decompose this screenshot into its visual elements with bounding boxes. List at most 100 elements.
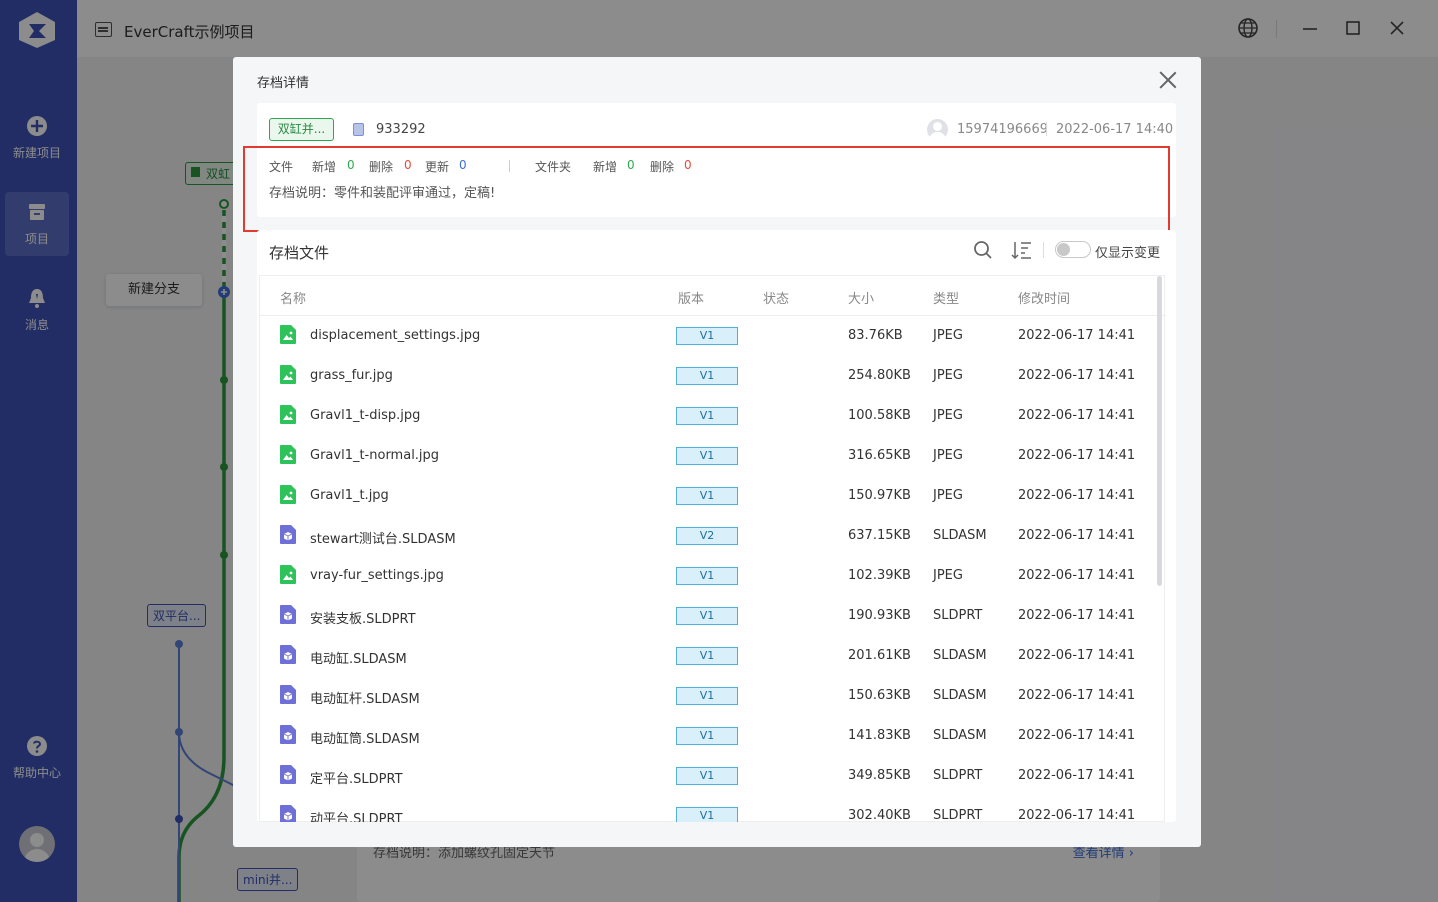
user-avatar-small — [927, 119, 948, 140]
file-name[interactable]: 电动缸筒.SLDASM — [310, 728, 420, 747]
file-name[interactable]: 电动缸.SLDASM — [310, 648, 407, 667]
file-type: SLDPRT — [933, 808, 983, 822]
modal-overlay-top — [77, 0, 1438, 57]
commit-id: 933292 — [376, 122, 426, 137]
file-size: 637.15KB — [848, 528, 911, 543]
file-size: 349.85KB — [848, 768, 911, 783]
version-badge: V1 — [676, 367, 738, 385]
file-type: SLDPRT — [933, 608, 983, 623]
file-type: JPEG — [933, 448, 963, 463]
column-header-type[interactable]: 类型 — [933, 288, 959, 307]
file-modified: 2022-06-17 14:41 — [1018, 728, 1136, 743]
table-row[interactable]: 安装支板.SLDPRT V1 190.93KB SLDPRT 2022-06-17 14… — [260, 596, 1166, 636]
file-modified: 2022-06-17 14:41 — [1018, 768, 1136, 783]
file-type: SLDASM — [933, 728, 987, 743]
file-name[interactable]: vray-fur_settings.jpg — [310, 568, 444, 583]
version-badge: V1 — [676, 807, 738, 822]
version-badge: V1 — [676, 407, 738, 425]
file-modified: 2022-06-17 14:41 — [1018, 328, 1136, 343]
image-file-icon — [280, 365, 296, 384]
table-row[interactable]: stewart测试台.SLDASM V2 637.15KB SLDASM 2022-06… — [260, 516, 1166, 556]
table-row[interactable]: 动平台.SLDPRT V1 302.40KB SLDPRT 2022-06-17 14:… — [260, 796, 1166, 822]
commit-icon — [353, 123, 364, 136]
file-type: JPEG — [933, 408, 963, 423]
cad-file-icon — [280, 725, 296, 744]
file-type: SLDASM — [933, 648, 987, 663]
version-badge: V1 — [676, 647, 738, 665]
file-modified: 2022-06-17 14:41 — [1018, 608, 1136, 623]
image-file-icon — [280, 485, 296, 504]
highlight-box — [243, 146, 1170, 232]
table-row[interactable]: vray-fur_settings.jpg V1 102.39KB JPEG 2022-… — [260, 556, 1166, 596]
cad-file-icon — [280, 525, 296, 544]
show-changes-toggle[interactable] — [1055, 241, 1091, 258]
cad-file-icon — [280, 685, 296, 704]
file-name[interactable]: grass_fur.jpg — [310, 368, 393, 383]
file-modified: 2022-06-17 14:41 — [1018, 408, 1136, 423]
file-type: SLDASM — [933, 688, 987, 703]
column-header-name[interactable]: 名称 — [280, 288, 306, 307]
version-badge: V1 — [676, 607, 738, 625]
file-size: 302.40KB — [848, 808, 911, 822]
column-header-version[interactable]: 版本 — [678, 288, 704, 307]
toolbar-separator — [1043, 242, 1044, 258]
file-modified: 2022-06-17 14:41 — [1018, 688, 1136, 703]
file-name[interactable]: 安装支板.SLDPRT — [310, 608, 416, 627]
file-name[interactable]: Gravl1_t.jpg — [310, 488, 389, 503]
cad-file-icon — [280, 605, 296, 624]
file-name[interactable]: displacement_settings.jpg — [310, 328, 480, 343]
table-row[interactable]: grass_fur.jpg V1 254.80KB JPEG 2022-06-17 14… — [260, 356, 1166, 396]
version-badge: V1 — [676, 447, 738, 465]
version-badge: V1 — [676, 767, 738, 785]
file-name[interactable]: stewart测试台.SLDASM — [310, 528, 456, 547]
table-row[interactable]: 定平台.SLDPRT V1 349.85KB SLDPRT 2022-06-17 14:… — [260, 756, 1166, 796]
commit-user: 15974196669 — [957, 122, 1048, 137]
column-header-size[interactable]: 大小 — [848, 288, 874, 307]
table-row[interactable]: 电动缸.SLDASM V1 201.61KB SLDASM 2022-06-17 14:… — [260, 636, 1166, 676]
image-file-icon — [280, 445, 296, 464]
version-badge: V2 — [676, 527, 738, 545]
file-size: 150.63KB — [848, 688, 911, 703]
file-size: 316.65KB — [848, 448, 911, 463]
file-name[interactable]: 定平台.SLDPRT — [310, 768, 403, 787]
column-header-status[interactable]: 状态 — [763, 288, 789, 307]
file-modified: 2022-06-17 14:41 — [1018, 528, 1136, 543]
file-type: SLDASM — [933, 528, 987, 543]
file-modified: 2022-06-17 14:41 — [1018, 648, 1136, 663]
cad-file-icon — [280, 765, 296, 784]
file-type: JPEG — [933, 488, 963, 503]
modal-overlay-side — [0, 0, 77, 902]
file-type: JPEG — [933, 328, 963, 343]
close-icon[interactable] — [1159, 71, 1177, 89]
column-header-modified[interactable]: 修改时间 — [1018, 288, 1070, 307]
show-changes-label: 仅显示变更 — [1095, 246, 1161, 261]
file-type: JPEG — [933, 368, 963, 383]
file-name[interactable]: Gravl1_t-disp.jpg — [310, 408, 420, 423]
table-row[interactable]: 电动缸杆.SLDASM V1 150.63KB SLDASM 2022-06-17 14… — [260, 676, 1166, 716]
files-table: 名称 版本 状态 大小 类型 修改时间 displacement_setting… — [259, 275, 1166, 822]
table-row[interactable]: Gravl1_t-normal.jpg V1 316.65KB JPEG 2022-06… — [260, 436, 1166, 476]
file-modified: 2022-06-17 14:41 — [1018, 808, 1136, 822]
file-modified: 2022-06-17 14:41 — [1018, 488, 1136, 503]
version-tag[interactable]: 双缸并... — [269, 118, 334, 141]
table-scrollbar[interactable] — [1157, 276, 1162, 586]
search-icon[interactable] — [973, 240, 993, 260]
table-row[interactable]: Gravl1_t-disp.jpg V1 100.58KB JPEG 2022-06-1… — [260, 396, 1166, 436]
file-size: 254.80KB — [848, 368, 911, 383]
image-file-icon — [280, 565, 296, 584]
file-modified: 2022-06-17 14:41 — [1018, 448, 1136, 463]
file-name[interactable]: 动平台.SLDPRT — [310, 808, 403, 822]
version-badge: V1 — [676, 567, 738, 585]
table-row[interactable]: displacement_settings.jpg V1 83.76KB JPEG 20… — [260, 316, 1166, 356]
cad-file-icon — [280, 805, 296, 822]
file-size: 190.93KB — [848, 608, 911, 623]
file-name[interactable]: Gravl1_t-normal.jpg — [310, 448, 439, 463]
file-size: 141.83KB — [848, 728, 911, 743]
table-row[interactable]: 电动缸筒.SLDASM V1 141.83KB SLDASM 2022-06-17 14… — [260, 716, 1166, 756]
sort-icon[interactable] — [1011, 240, 1033, 260]
archive-detail-dialog: 存档详情 双缸并... 933292 15974196669 2022-06-1… — [233, 57, 1201, 847]
file-size: 150.97KB — [848, 488, 911, 503]
table-row[interactable]: Gravl1_t.jpg V1 150.97KB JPEG 2022-06-17 14:… — [260, 476, 1166, 516]
file-name[interactable]: 电动缸杆.SLDASM — [310, 688, 420, 707]
file-size: 102.39KB — [848, 568, 911, 583]
